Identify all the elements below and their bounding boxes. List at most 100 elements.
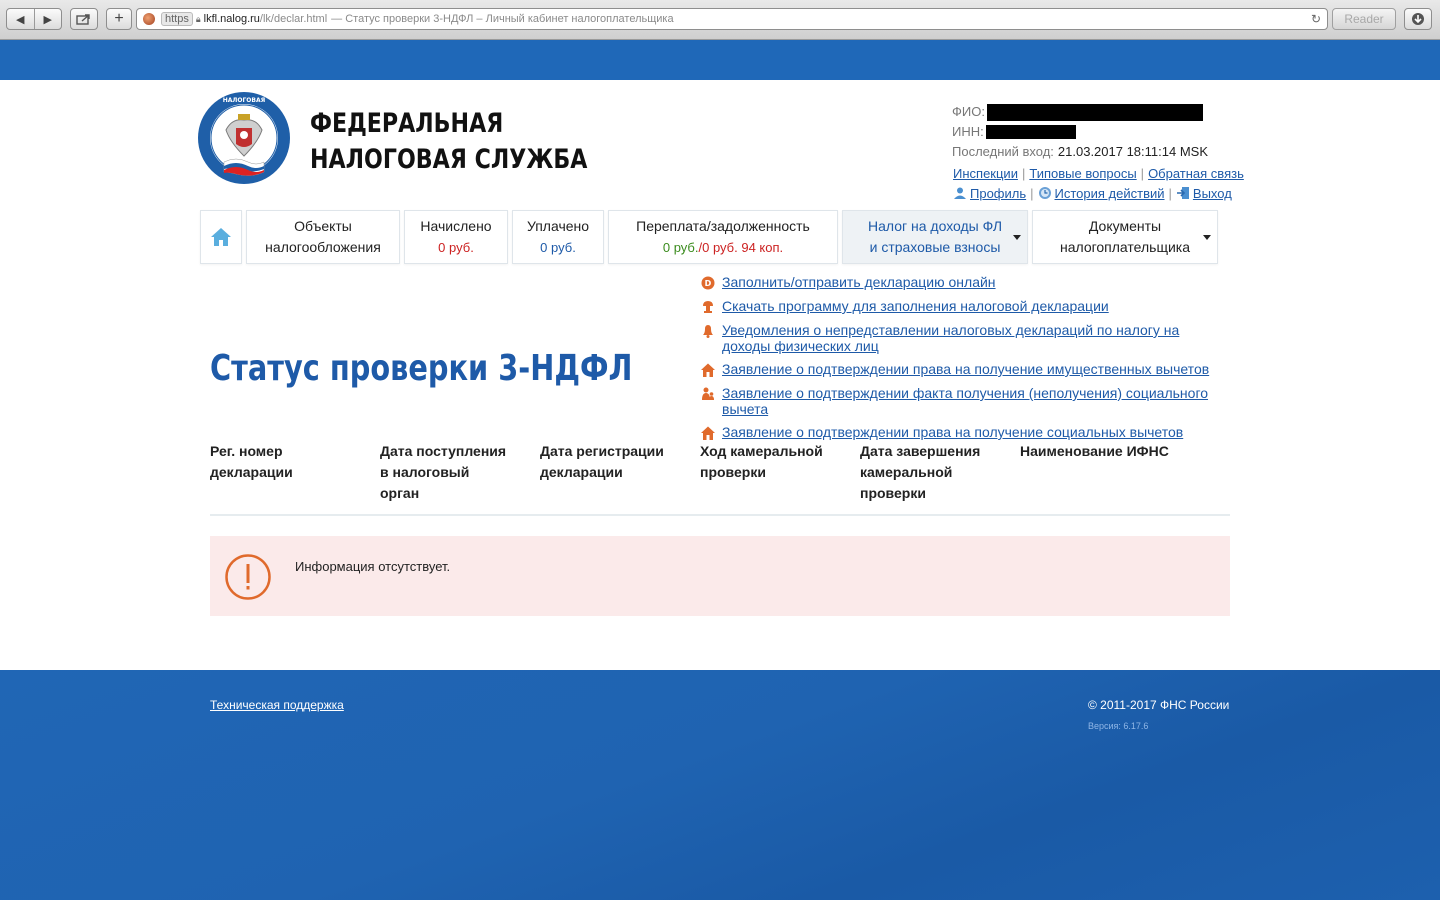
tab-overpayment-amount: 0 руб. <box>662 240 699 255</box>
share-icon <box>76 14 90 25</box>
download-program-icon <box>703 301 713 313</box>
tab-accrued[interactable]: Начислено 0 руб. <box>404 210 508 264</box>
fns-emblem-logo[interactable]: НАЛОГОВАЯ <box>196 90 292 186</box>
header-links: Инспекции | Типовые вопросы | Обратная связь… <box>953 166 1244 201</box>
tab-accrued-label: Начислено <box>420 218 492 234</box>
brand-line-1: ФЕДЕРАЛЬНАЯ <box>310 108 504 139</box>
back-forward-buttons[interactable]: ◀ ▶ <box>6 8 62 30</box>
col-header-line: Рег. номер <box>210 443 283 459</box>
reload-icon[interactable]: ↻ <box>1311 12 1321 26</box>
back-icon[interactable]: ◀ <box>7 9 34 29</box>
list-item: Уведомления о непредставлении налоговых … <box>700 322 1220 354</box>
people-icon <box>702 387 714 400</box>
tab-income-tax-line2: и страховые взносы <box>869 239 1001 255</box>
list-item: Заявление о подтверждении права на получ… <box>700 424 1220 441</box>
alert-message: Информация отсутствует. <box>295 559 451 574</box>
forward-icon[interactable]: ▶ <box>34 9 61 29</box>
list-item: D Заполнить/отправить декларацию онлайн <box>700 274 1220 291</box>
tab-overpayment-label: Переплата/задолженность <box>636 218 810 234</box>
list-item: Скачать программу для заполнения налогов… <box>700 298 1220 315</box>
col-header-completion-date: Дата завершения камеральной проверки <box>860 441 980 504</box>
download-icon <box>1412 13 1424 25</box>
no-data-alert: Информация отсутствует. <box>210 536 1230 616</box>
col-header-line: камеральной <box>860 464 953 480</box>
chevron-down-icon <box>1203 235 1211 240</box>
declaration-icon: D <box>701 276 715 290</box>
history-link[interactable]: История действий <box>1055 186 1165 201</box>
col-header-line: Дата регистрации <box>540 443 664 459</box>
fill-declaration-link[interactable]: Заполнить/отправить декларацию онлайн <box>722 274 996 291</box>
download-program-link[interactable]: Скачать программу для заполнения налогов… <box>722 298 1109 315</box>
logout-link[interactable]: Выход <box>1193 186 1232 201</box>
tab-paid-amount: 0 руб. <box>540 240 576 255</box>
tab-objects[interactable]: Объекты налогообложения <box>246 210 400 264</box>
share-button[interactable] <box>70 8 98 30</box>
version-label: Версия: 6.17.6 <box>1088 721 1149 731</box>
tab-documents-line1: Документы <box>1088 218 1162 234</box>
last-login-value: 21.03.2017 18:11:14 MSK <box>1057 144 1209 159</box>
tab-accrued-amount: 0 руб. <box>438 240 474 255</box>
fio-redacted <box>986 103 1203 121</box>
support-link[interactable]: Техническая поддержка <box>210 698 344 712</box>
col-header-line: Наименование ИФНС <box>1020 443 1169 459</box>
https-badge: https <box>161 12 193 26</box>
property-deduction-link[interactable]: Заявление о подтверждении права на получ… <box>722 361 1209 378</box>
tab-paid[interactable]: Уплачено 0 руб. <box>512 210 604 264</box>
col-header-line: проверки <box>860 485 926 501</box>
col-header-line: Ход камеральной <box>700 443 823 459</box>
inspections-link[interactable]: Инспекции <box>953 166 1018 181</box>
profile-link[interactable]: Профиль <box>970 186 1026 201</box>
tab-objects-line1: Объекты <box>294 218 352 234</box>
tab-documents-line2: налогоплательщика <box>1059 239 1191 255</box>
col-header-receipt-date: Дата поступления в налоговый орган <box>380 441 506 504</box>
tab-home[interactable] <box>200 210 242 264</box>
tab-overpayment[interactable]: Переплата/задолженность 0 руб./0 руб. 94… <box>608 210 838 264</box>
tab-paid-label: Уплачено <box>526 218 590 234</box>
col-header-registration-date: Дата регистрации декларации <box>540 441 664 483</box>
brand-line-2: НАЛОГОВАЯ СЛУЖБА <box>310 144 588 175</box>
col-header-line: декларации <box>210 464 293 480</box>
col-header-line: в налоговый <box>380 464 470 480</box>
faq-link[interactable]: Типовые вопросы <box>1029 166 1136 181</box>
feedback-link[interactable]: Обратная связь <box>1148 166 1244 181</box>
col-header-reg-number: Рег. номер декларации <box>210 441 293 483</box>
last-login-label: Последний вход: <box>952 144 1054 159</box>
page-title: Статус проверки 3-НДФЛ <box>210 348 633 389</box>
table-divider <box>210 514 1230 516</box>
browser-toolbar: ◀ ▶ + https 🔒︎ lkfl.nalog.ru /lk/declar.h… <box>0 0 1440 40</box>
svg-text:D: D <box>705 279 712 288</box>
user-info: ФИО: ИНН: Последний вход: 21.03.2017 18:1… <box>952 102 1208 162</box>
chevron-down-icon <box>1013 235 1021 240</box>
tab-income-tax[interactable]: Налог на доходы ФЛ и страховые взносы <box>842 210 1028 264</box>
list-item: Заявление о подтверждении факта получени… <box>700 385 1220 417</box>
tab-documents[interactable]: Документы налогоплательщика <box>1032 210 1218 264</box>
col-header-line: Дата завершения <box>860 443 981 459</box>
notifications-link[interactable]: Уведомления о непредставлении налоговых … <box>722 322 1220 354</box>
plus-icon: + <box>114 10 124 27</box>
bell-icon <box>703 325 713 338</box>
col-header-line: Дата поступления <box>380 443 507 459</box>
list-item: Заявление о подтверждении права на получ… <box>700 361 1220 378</box>
social-deduction-link[interactable]: Заявление о подтверждении права на получ… <box>722 424 1183 441</box>
new-tab-button[interactable]: + <box>106 8 132 30</box>
lock-icon: 🔒︎ <box>195 13 201 24</box>
svg-text:НАЛОГОВАЯ: НАЛОГОВАЯ <box>223 97 266 104</box>
col-header-line: декларации <box>540 464 623 480</box>
declaration-links: D Заполнить/отправить декларацию онлайн … <box>700 274 1220 448</box>
social-deduction-fact-link[interactable]: Заявление о подтверждении факта получени… <box>722 385 1220 417</box>
url-path: /lk/declar.html <box>259 13 328 25</box>
address-bar[interactable]: https 🔒︎ lkfl.nalog.ru /lk/declar.html —… <box>136 8 1328 30</box>
col-header-check-progress: Ход камеральной проверки <box>700 441 823 483</box>
tab-income-tax-line1: Налог на доходы ФЛ <box>867 218 1003 234</box>
home-icon <box>211 228 231 246</box>
main-nav: Объекты налогообложения Начислено 0 руб.… <box>200 210 1222 264</box>
downloads-button[interactable] <box>1404 8 1432 30</box>
logout-icon <box>1176 187 1189 199</box>
house-icon <box>701 363 715 377</box>
profile-icon <box>954 187 966 199</box>
footer: Техническая поддержка © 2011-2017 ФНС Ро… <box>0 670 1440 900</box>
history-icon <box>1038 187 1051 199</box>
fio-label: ФИО: <box>952 104 985 119</box>
inn-label: ИНН: <box>952 124 984 139</box>
reader-button[interactable]: Reader <box>1332 8 1396 30</box>
